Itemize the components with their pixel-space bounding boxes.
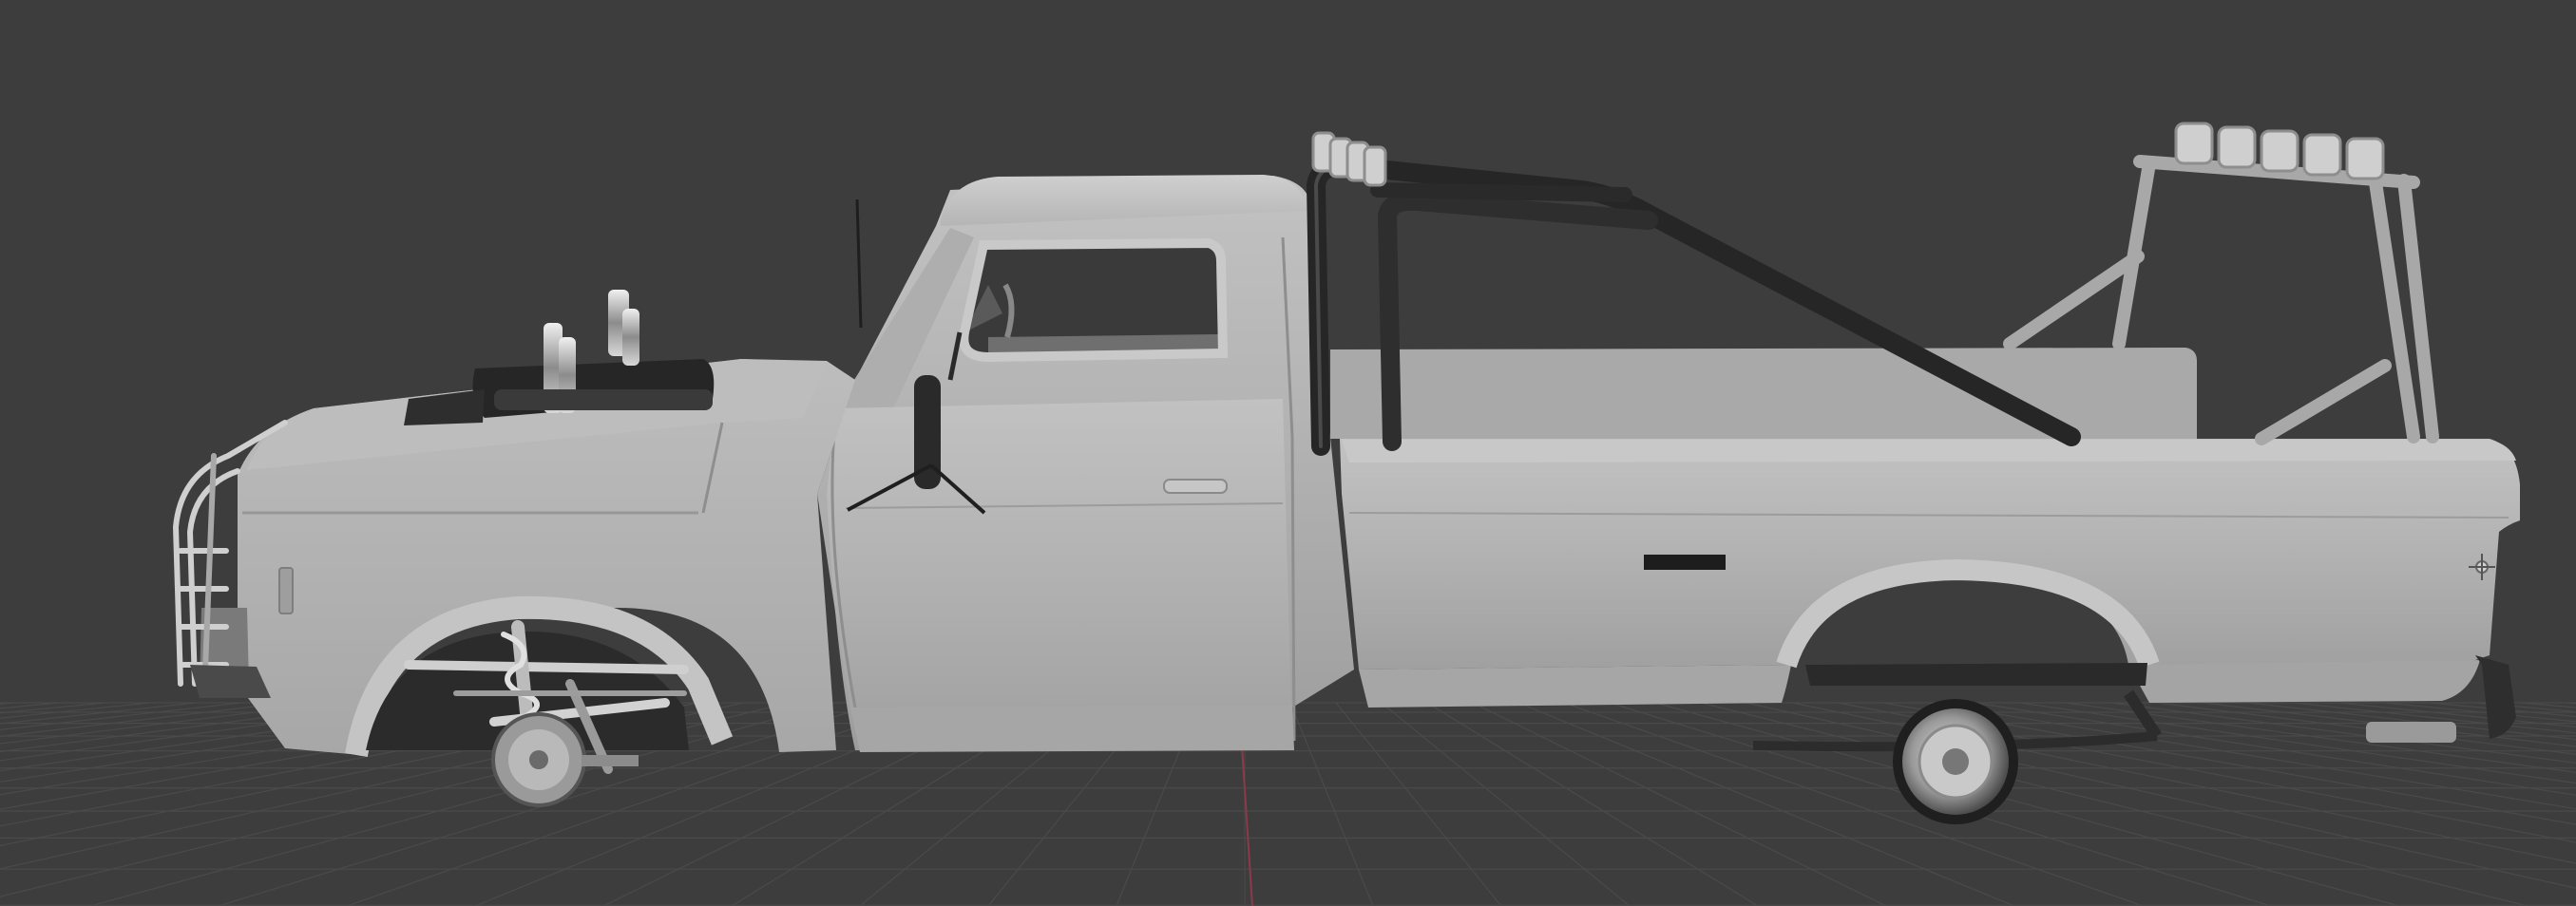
- 3d-viewport[interactable]: [0, 0, 2576, 906]
- rear-wheel: [1893, 699, 2018, 824]
- viewport-canvas[interactable]: [0, 0, 2576, 906]
